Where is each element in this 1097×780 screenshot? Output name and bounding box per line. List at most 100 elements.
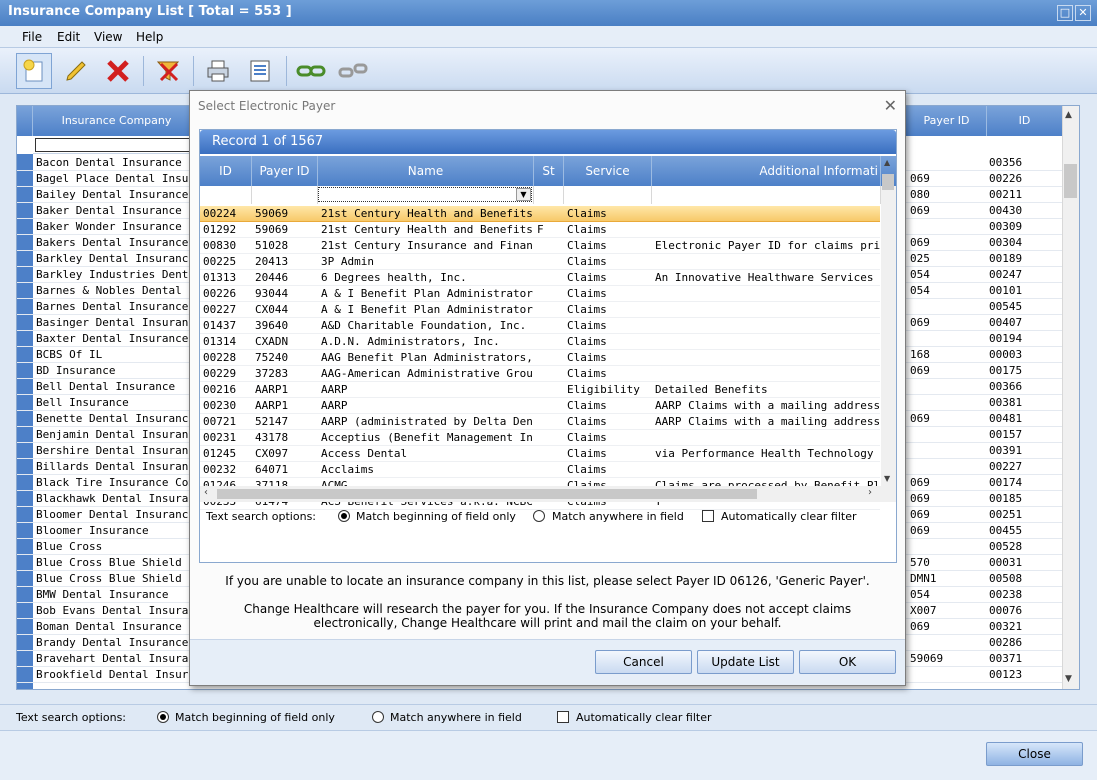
chevron-down-icon[interactable]: ▼ [516, 188, 531, 201]
edit-icon[interactable] [58, 53, 94, 89]
company-filter-input[interactable] [33, 136, 201, 154]
cell-company: Blue Cross [36, 540, 103, 553]
payer-row[interactable]: 00232 64071 Acclaims Claims [200, 462, 880, 478]
close-icon[interactable]: ✕ [1075, 5, 1091, 21]
cell-company: Barkley Dental Insurance [36, 252, 195, 265]
info-filter-cell[interactable] [652, 186, 881, 204]
cell-id: 00224 [203, 207, 237, 220]
cell-id: 00381 [989, 396, 1023, 409]
cell-company: Bacon Dental Insurance [36, 156, 182, 169]
column-header-id[interactable]: ID [200, 156, 252, 186]
match-anywhere-radio[interactable] [372, 711, 384, 723]
payer-row[interactable]: 00227 CX044 A & I Benefit Plan Administrat… [200, 302, 880, 318]
payer-row[interactable]: 01292 59069 21st Century Health and Benefi… [200, 222, 880, 238]
dialog-match-beginning-label[interactable]: Match beginning of field only [356, 510, 516, 523]
match-beginning-radio[interactable] [157, 711, 169, 723]
maximize-icon[interactable]: □ [1057, 5, 1073, 21]
cell-name: A&D Charitable Foundation, Inc. (db [321, 319, 533, 332]
link-icon[interactable] [293, 53, 329, 89]
ok-button[interactable]: OK [799, 650, 896, 674]
cell-additional-info: Detailed Benefits [655, 383, 768, 396]
main-vertical-scrollbar[interactable]: ▲ ▼ [1062, 106, 1079, 689]
cell-payer-id: 054 [910, 268, 930, 281]
payer-grid: Record 1 of 1567 ID Payer ID Name St Ser… [199, 129, 897, 563]
cell-payer-id: 51028 [255, 239, 289, 252]
payer-row[interactable]: 01313 20446 6 Degrees health, Inc. Claims An… [200, 270, 880, 286]
cell-service: Claims [567, 431, 607, 444]
cancel-button[interactable]: Cancel [595, 650, 692, 674]
update-list-button[interactable]: Update List [697, 650, 794, 674]
cell-payer-id: 069 [910, 508, 930, 521]
cell-id: 00076 [989, 604, 1023, 617]
menu-help[interactable]: Help [136, 30, 163, 44]
column-header-st[interactable]: St [534, 156, 564, 186]
dialog-match-anywhere-label[interactable]: Match anywhere in field [552, 510, 684, 523]
record-counter: Record 1 of 1567 [212, 134, 324, 149]
payer-vertical-scrollbar[interactable]: ▲ ▼ [881, 158, 896, 486]
cell-company: Bravehart Dental Insurance [36, 652, 201, 665]
payer-row[interactable]: 00225 20413 3P Admin Claims [200, 254, 880, 270]
match-anywhere-label[interactable]: Match anywhere in field [390, 711, 522, 724]
st-filter-cell[interactable] [534, 186, 564, 204]
column-header-additional-info[interactable]: Additional Informati [652, 156, 881, 186]
unlink-icon[interactable] [335, 53, 371, 89]
dialog-close-icon[interactable]: ✕ [884, 96, 897, 115]
payer-row[interactable]: 00226 93044 A & I Benefit Plan Administrat… [200, 286, 880, 302]
cell-name: AARP (administrated by Delta Dental [321, 415, 533, 428]
cell-company: Blue Cross Blue Shield IL [36, 572, 201, 585]
column-header-name[interactable]: Name [318, 156, 534, 186]
service-filter-cell[interactable] [564, 186, 652, 204]
name-filter-dropdown[interactable]: ▼ [318, 186, 534, 204]
payer-row[interactable]: 00830 51028 21st Century Insurance and Fin… [200, 238, 880, 254]
print-icon[interactable] [200, 53, 236, 89]
column-header-id[interactable]: ID [987, 106, 1063, 136]
payer-row[interactable]: 00224 59069 21st Century Health and Benefi… [200, 206, 880, 222]
add-icon[interactable] [16, 53, 52, 89]
match-beginning-label[interactable]: Match beginning of field only [175, 711, 335, 724]
cell-payer-id: 75240 [255, 351, 289, 364]
payer-row[interactable]: 00231 43178 Acceptius (Benefit Management … [200, 430, 880, 446]
payer-horizontal-scrollbar[interactable]: ‹ › [200, 486, 896, 502]
payer-row[interactable]: 01437 39640 A&D Charitable Foundation, Inc… [200, 318, 880, 334]
column-header-payer-id[interactable]: Payer ID [907, 106, 987, 136]
payer-row[interactable]: 00721 52147 AARP (administrated by Delta D… [200, 414, 880, 430]
menu-file[interactable]: File [22, 30, 42, 44]
payer-row[interactable]: 01245 CX097 Access Dental Claims via Perform… [200, 446, 880, 462]
auto-clear-label[interactable]: Automatically clear filter [576, 711, 712, 724]
payer-id-filter-cell[interactable] [252, 186, 318, 204]
payer-row[interactable]: 01314 CXADN A.D.N. Administrators, Inc. Cla… [200, 334, 880, 350]
cell-company: Black Tire Insurance Company [36, 476, 201, 489]
cell-company: Baker Wonder Insurance [36, 220, 182, 233]
cell-service: Claims [567, 303, 607, 316]
payer-row[interactable]: 00229 37283 AAG-American Administrative Gr… [200, 366, 880, 382]
cell-payer-id: CX044 [255, 303, 289, 316]
cell-id: 00721 [203, 415, 237, 428]
research-note-line1: Change Healthcare will research the paye… [243, 602, 852, 616]
cell-id: 00216 [203, 383, 237, 396]
dialog-match-beginning-radio[interactable] [338, 510, 350, 522]
column-header-service[interactable]: Service [564, 156, 652, 186]
menu-edit[interactable]: Edit [57, 30, 80, 44]
column-header-insurance-company[interactable]: Insurance Company [33, 106, 201, 136]
clear-filter-icon[interactable] [150, 53, 186, 89]
cell-company: Benjamin Dental Insurance [36, 428, 201, 441]
close-button[interactable]: Close [986, 742, 1083, 766]
payer-row[interactable]: 00216 AARP1 AARP Eligibility Detailed Benefi… [200, 382, 880, 398]
dialog-match-anywhere-radio[interactable] [533, 510, 545, 522]
dialog-auto-clear-label[interactable]: Automatically clear filter [721, 510, 857, 523]
id-filter-cell[interactable] [200, 186, 252, 204]
auto-clear-checkbox[interactable] [557, 711, 569, 723]
dialog-auto-clear-checkbox[interactable] [702, 510, 714, 522]
payer-row[interactable]: 00230 AARP1 AARP Claims AARP Claims with a m… [200, 398, 880, 414]
delete-icon[interactable] [100, 53, 136, 89]
cell-additional-info: via Performance Health Technology [655, 447, 874, 460]
dialog-search-options: Text search options: Match beginning of … [200, 502, 896, 532]
cell-company: Bloomer Insurance [36, 524, 149, 537]
menu-view[interactable]: View [94, 30, 122, 44]
cell-payer-id: 069 [910, 204, 930, 217]
payer-row[interactable]: 00228 75240 AAG Benefit Plan Administrator… [200, 350, 880, 366]
print-list-icon[interactable] [242, 53, 278, 89]
cell-company: Brandy Dental Insurance [36, 636, 189, 649]
cell-payer-id: 069 [910, 172, 930, 185]
column-header-payer-id[interactable]: Payer ID [252, 156, 318, 186]
